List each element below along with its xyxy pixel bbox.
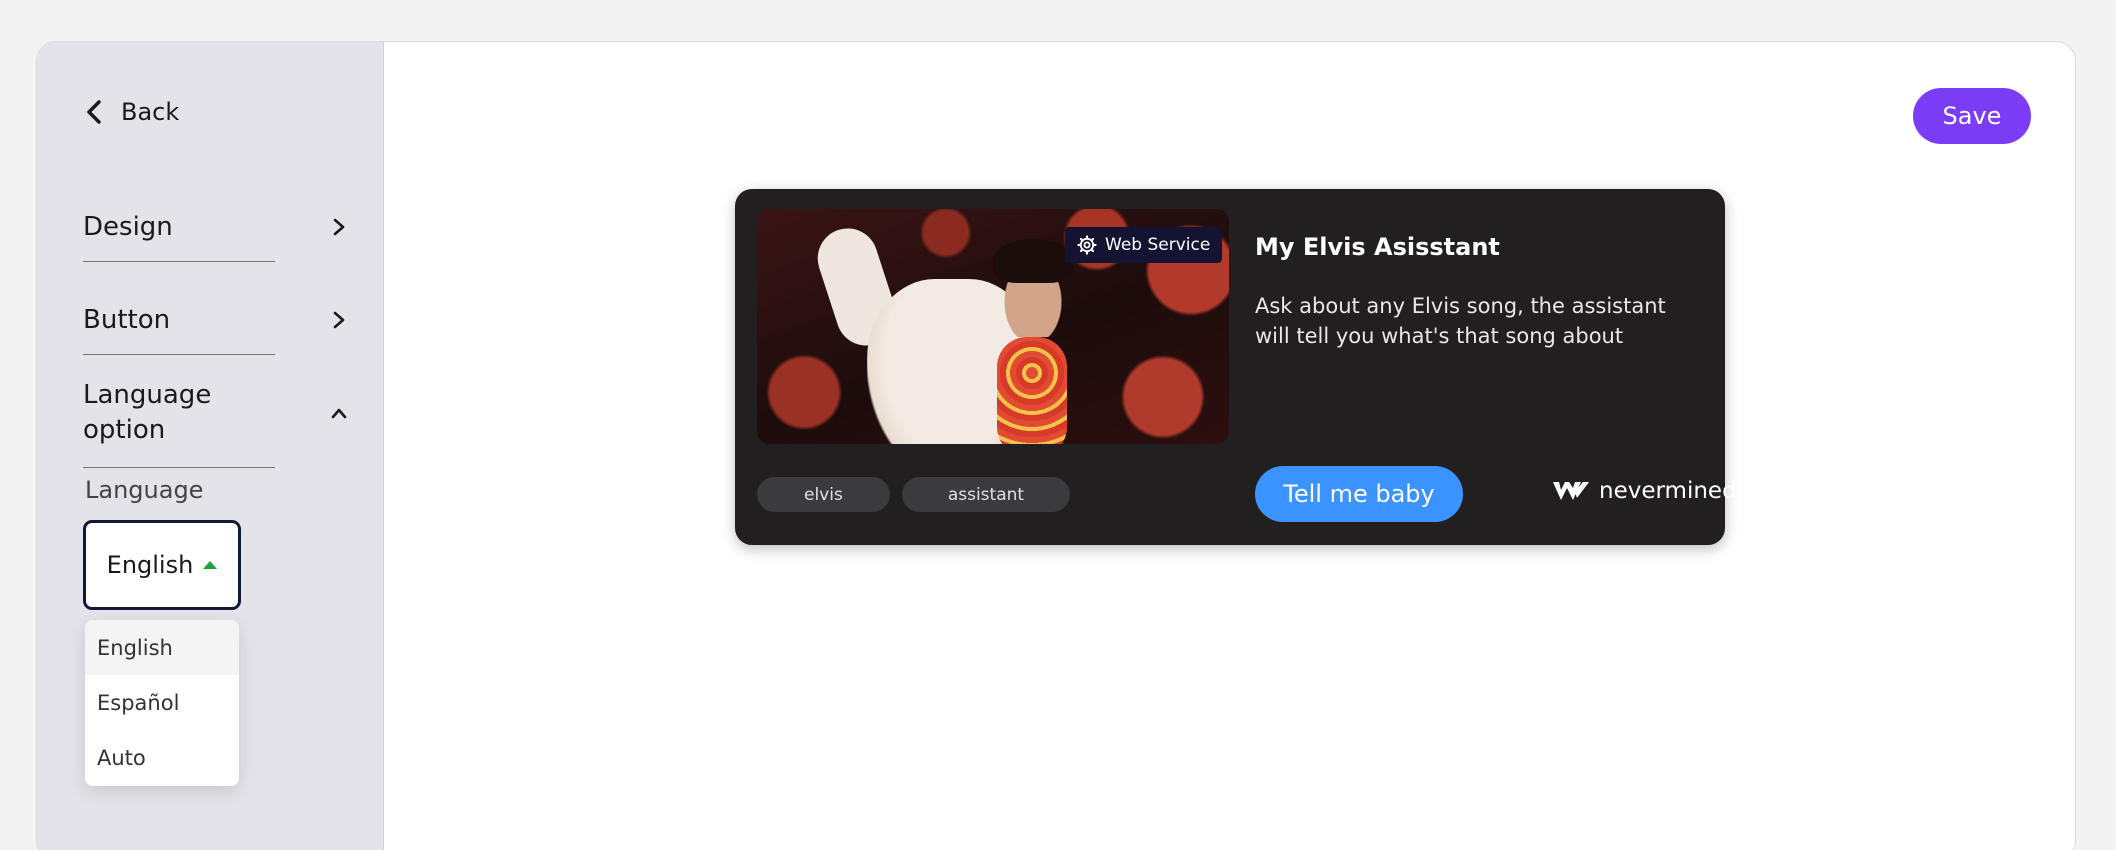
divider (83, 467, 275, 468)
card-image: Web Service (757, 209, 1229, 444)
card-title: My Elvis Asisstant (1255, 233, 1500, 261)
badge-label: Web Service (1105, 235, 1211, 255)
dropdown-option-auto[interactable]: Auto (85, 730, 239, 785)
back-label: Back (121, 98, 180, 126)
divider (83, 261, 275, 262)
sidebar-item-label: Design (83, 212, 173, 242)
preview-card: Web Service My Elvis Asisstant Ask about… (735, 189, 1737, 545)
image-figure-hair (993, 239, 1073, 283)
tag: assistant (901, 477, 1071, 512)
cta-button[interactable]: Tell me baby (1255, 466, 1463, 522)
brand-logo: nevermined (1551, 478, 1737, 504)
language-label: Language (85, 476, 204, 504)
gear-icon (1077, 235, 1097, 255)
nevermined-logo-icon (1553, 482, 1589, 500)
language-dropdown: English Español Auto (85, 620, 239, 786)
chevron-right-icon (333, 218, 345, 236)
web-service-badge: Web Service (1065, 227, 1223, 263)
sidebar-item-button[interactable]: Button (83, 305, 348, 355)
caret-up-icon (203, 561, 218, 569)
dropdown-option-espanol[interactable]: Español (85, 675, 239, 730)
editor-window: Back Design Button Language option Langu… (36, 41, 2076, 850)
divider (83, 354, 275, 355)
save-button[interactable]: Save (1913, 88, 2031, 144)
card-description: Ask about any Elvis song, the assistant … (1255, 294, 1666, 348)
chevron-up-icon (331, 408, 347, 419)
sidebar-item-language-option[interactable]: Language option (83, 378, 348, 468)
tag: elvis (757, 477, 890, 512)
chevron-left-icon (87, 100, 101, 124)
image-lei (997, 337, 1067, 444)
sidebar-item-label: Button (83, 305, 171, 335)
language-select-value: English (106, 551, 194, 579)
chevron-right-icon (333, 311, 345, 329)
language-select[interactable]: English (83, 520, 241, 610)
sidebar-item-label: Language option (83, 380, 212, 445)
dropdown-option-english[interactable]: English (85, 620, 239, 675)
tag-list: elvis assistant (757, 477, 1071, 512)
sidebar-item-design[interactable]: Design (83, 212, 348, 262)
brand-name: nevermined (1599, 478, 1737, 504)
sidebar: Back Design Button Language option Langu… (37, 42, 384, 850)
back-button[interactable]: Back (83, 98, 179, 126)
